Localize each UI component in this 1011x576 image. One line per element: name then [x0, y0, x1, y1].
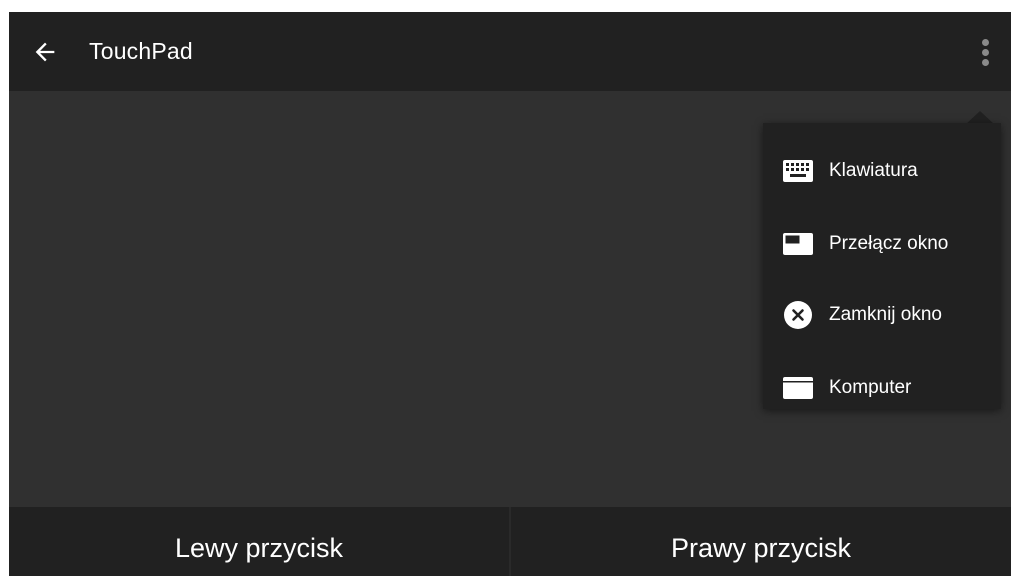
mouse-buttons-bar: Lewy przycisk Prawy przycisk [9, 507, 1011, 576]
menu-item-label: Klawiatura [829, 160, 918, 181]
close-circle-icon [781, 298, 815, 332]
menu-item-keyboard[interactable]: Klawiatura [763, 141, 1001, 201]
overflow-menu: Klawiatura Przełącz okno Zamknij okno Ko… [763, 123, 1001, 409]
more-vert-icon [981, 38, 989, 46]
menu-item-close-window[interactable]: Zamknij okno [763, 285, 1001, 345]
right-click-button[interactable]: Prawy przycisk [511, 507, 1011, 576]
menu-item-label: Komputer [829, 377, 912, 398]
back-button[interactable] [25, 32, 65, 72]
app-bar: TouchPad [9, 12, 1011, 91]
menu-item-switch-window[interactable]: Przełącz okno [763, 214, 1001, 274]
keyboard-icon [781, 154, 815, 188]
left-click-button[interactable]: Lewy przycisk [9, 507, 511, 576]
touchpad-screen: TouchPad Lewy przycisk Prawy przycisk Kl… [9, 12, 1011, 576]
menu-item-label: Zamknij okno [829, 304, 942, 325]
page-title: TouchPad [89, 38, 193, 64]
computer-icon [781, 371, 815, 405]
arrow-left-icon [35, 42, 55, 62]
more-vert-icon-dot [981, 48, 989, 56]
more-vert-icon-dot [981, 58, 989, 66]
switch-window-icon [781, 227, 815, 261]
menu-item-computer[interactable]: Komputer [763, 358, 1001, 418]
menu-item-label: Przełącz okno [829, 233, 949, 254]
overflow-menu-button[interactable] [967, 34, 1003, 70]
